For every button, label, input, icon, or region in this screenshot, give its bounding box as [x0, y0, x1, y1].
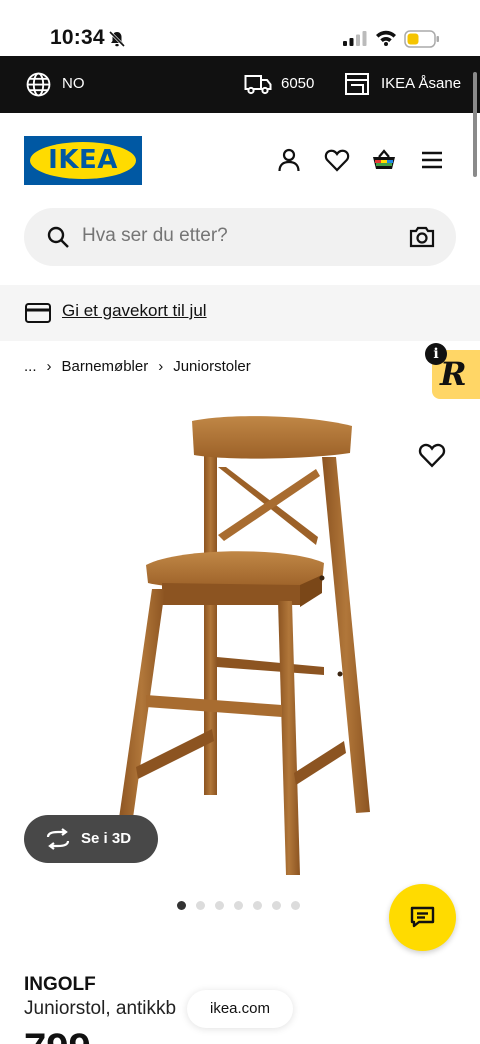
carousel-dot[interactable]: [177, 901, 186, 910]
wifi-icon: [376, 30, 396, 46]
store-icon[interactable]: [344, 72, 370, 96]
heart-icon[interactable]: [324, 147, 350, 173]
carousel-dot[interactable]: [272, 901, 281, 910]
chevron-right-icon: ›: [158, 358, 164, 375]
carousel-dot[interactable]: [234, 901, 243, 910]
favorite-heart-icon[interactable]: [418, 441, 446, 469]
breadcrumb-item-juniorstoler[interactable]: Juniorstoler: [173, 358, 251, 375]
view-3d-label: Se i 3D: [81, 830, 132, 847]
breadcrumb-ellipsis[interactable]: ...: [24, 358, 37, 375]
menu-icon[interactable]: [419, 147, 445, 173]
camera-icon[interactable]: [409, 224, 435, 250]
breadcrumb-item-barnemobler[interactable]: Barnemøbler: [62, 358, 149, 375]
carousel-dot[interactable]: [215, 901, 224, 910]
credit-card-icon: [25, 303, 51, 323]
info-icon[interactable]: i: [425, 343, 447, 365]
language-selector[interactable]: NO: [62, 75, 85, 92]
store-name[interactable]: IKEA Åsane: [381, 75, 461, 92]
signal-icon: [343, 31, 367, 46]
carousel-dot[interactable]: [196, 901, 205, 910]
search-icon: [47, 226, 69, 248]
user-icon[interactable]: [276, 147, 302, 173]
breadcrumb: ... › Barnemøbler › Juniorstoler: [24, 358, 251, 375]
front-leg-right: [278, 601, 300, 875]
url-text: ikea.com: [209, 1000, 271, 1017]
ikea-logo[interactable]: IKEA: [24, 136, 142, 185]
product-price: 799: [24, 1026, 91, 1044]
backrest: [192, 416, 352, 459]
browser-url-bar[interactable]: ikea.com: [187, 990, 293, 1028]
chevron-right-icon: ›: [46, 358, 52, 375]
rotate-3d-icon: [46, 828, 70, 850]
view-3d-button[interactable]: Se i 3D: [24, 815, 158, 863]
scrollbar[interactable]: [473, 72, 477, 177]
chat-icon: [410, 906, 435, 928]
product-name: INGOLF: [24, 974, 96, 995]
top-bar: NO 6050 IKEA Åsane: [0, 56, 480, 113]
bell-muted-icon: [108, 30, 126, 48]
logo-text: IKEA: [48, 145, 118, 175]
search-input[interactable]: [82, 225, 382, 247]
gift-card-link[interactable]: Gi et gavekort til jul: [62, 301, 207, 321]
gift-card-banner[interactable]: Gi et gavekort til jul: [0, 285, 480, 341]
search-bar[interactable]: [24, 208, 456, 266]
postal-code[interactable]: 6050: [281, 75, 314, 92]
carousel-dot[interactable]: [253, 901, 262, 910]
globe-icon[interactable]: [26, 72, 51, 97]
status-time: 10:34: [50, 26, 105, 49]
status-bar: 10:34: [0, 0, 480, 56]
truck-icon[interactable]: [244, 73, 272, 95]
carousel-dot[interactable]: [291, 901, 300, 910]
shopping-bag-icon[interactable]: [371, 147, 397, 173]
chat-button[interactable]: [389, 884, 456, 951]
battery-icon: [404, 30, 439, 48]
product-description: Juniorstol, antikkb: [24, 998, 177, 1019]
carousel-indicator: [177, 901, 310, 910]
